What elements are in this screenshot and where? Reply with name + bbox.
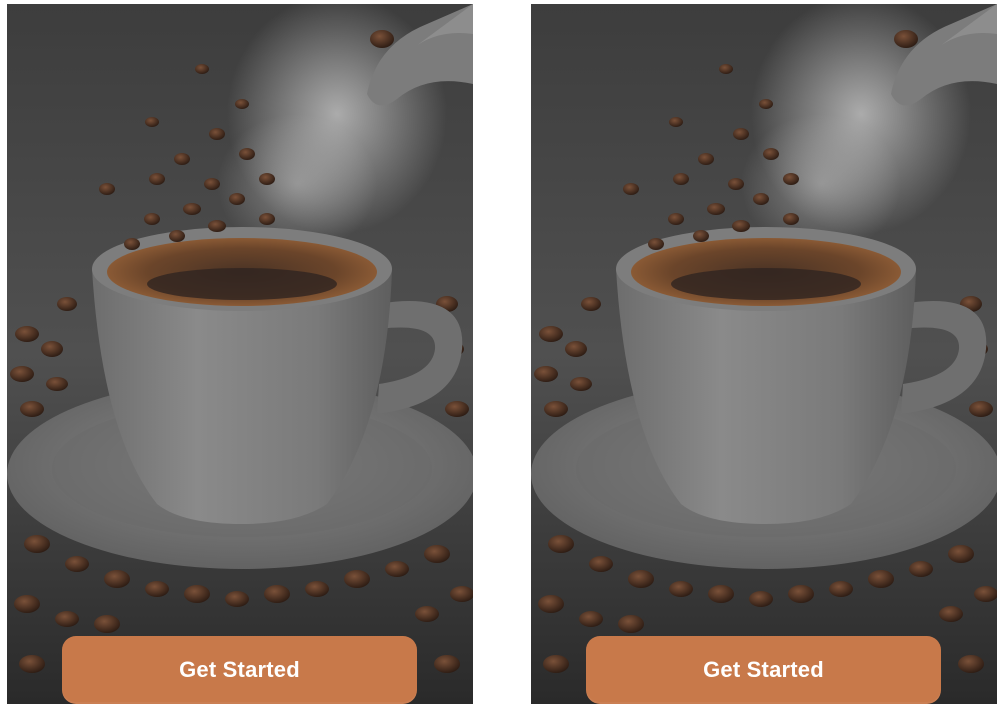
- get-started-button[interactable]: Get Started: [62, 636, 417, 704]
- coffee-hero-image: [7, 4, 473, 704]
- onboarding-screen-right: Get Started: [531, 4, 997, 704]
- onboarding-comparison: Get Started Get Started: [0, 0, 999, 711]
- get-started-button[interactable]: Get Started: [586, 636, 941, 704]
- onboarding-screen-left: Get Started: [7, 4, 473, 704]
- coffee-hero-image: [531, 4, 997, 704]
